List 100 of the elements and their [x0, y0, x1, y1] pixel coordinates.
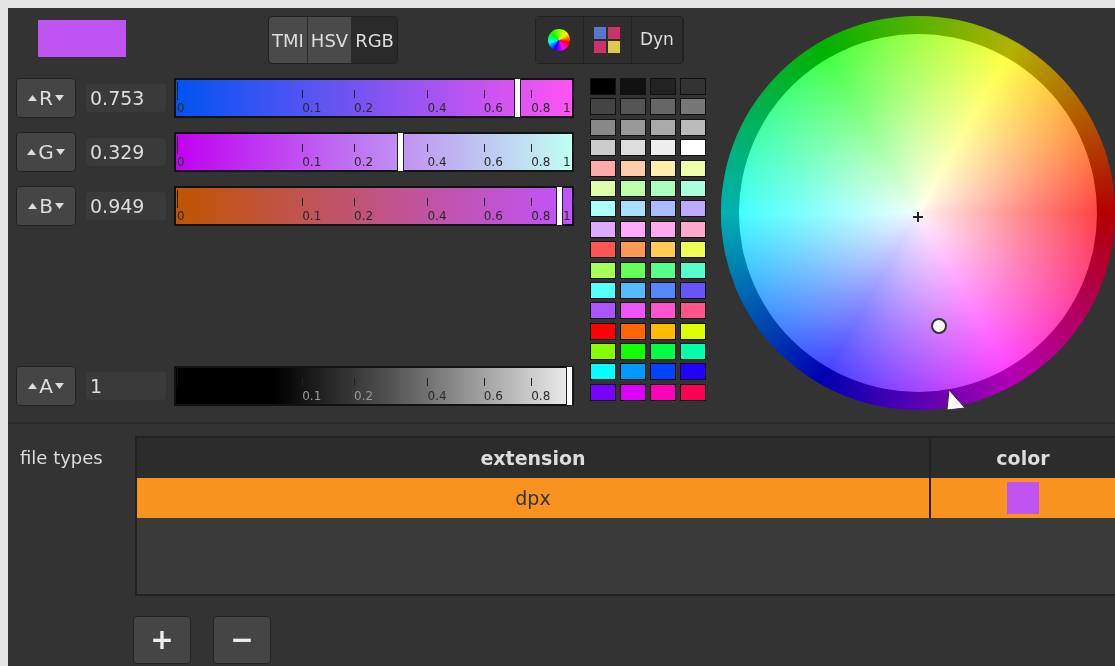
palette-swatch[interactable]	[650, 322, 676, 340]
tick-label: 0.4	[427, 208, 447, 224]
palette-swatch[interactable]	[620, 200, 646, 218]
palette-swatch[interactable]	[680, 383, 706, 401]
palette-swatch[interactable]	[590, 179, 616, 197]
palette-swatch[interactable]	[680, 220, 706, 238]
mode-tab[interactable]: HSV	[307, 17, 353, 63]
palette-swatch[interactable]	[590, 281, 616, 299]
palette-swatch[interactable]	[590, 118, 616, 136]
palette-swatch[interactable]	[620, 281, 646, 299]
palette-swatch[interactable]	[650, 78, 676, 95]
palette-swatch[interactable]	[590, 302, 616, 320]
palette-swatch[interactable]	[650, 383, 676, 401]
palette-swatch[interactable]	[620, 322, 646, 340]
palette-swatch[interactable]	[620, 383, 646, 401]
slider-handle[interactable]	[397, 132, 405, 172]
palette-view-button[interactable]	[583, 17, 632, 63]
palette-swatch[interactable]	[650, 220, 676, 238]
palette-swatch[interactable]	[680, 302, 706, 320]
palette-swatch[interactable]	[620, 261, 646, 279]
palette-swatch[interactable]	[590, 200, 616, 218]
palette-swatch[interactable]	[650, 118, 676, 136]
tick-label: 0.8	[531, 154, 551, 170]
channel-button[interactable]: B	[16, 186, 76, 226]
tick-label: 0.4	[427, 388, 447, 404]
list-edit-button[interactable]: +	[133, 616, 191, 664]
palette-swatch[interactable]	[590, 343, 616, 361]
slider-handle[interactable]	[566, 366, 573, 406]
palette-swatch[interactable]	[620, 118, 646, 136]
color-chip[interactable]	[1007, 482, 1039, 514]
palette-swatch[interactable]	[590, 78, 616, 95]
palette-swatch[interactable]	[590, 322, 616, 340]
channel-button[interactable]: A	[16, 366, 76, 406]
tick-label: 0.2	[354, 154, 374, 170]
palette-swatch[interactable]	[650, 241, 676, 259]
palette-swatch[interactable]	[680, 118, 706, 136]
palette-swatch[interactable]	[680, 322, 706, 340]
table-row[interactable]: dpx	[137, 478, 1115, 518]
palette-swatch[interactable]	[620, 343, 646, 361]
palette-swatch[interactable]	[620, 241, 646, 259]
palette-swatch[interactable]	[590, 383, 616, 401]
palette-swatch[interactable]	[680, 261, 706, 279]
palette-swatch[interactable]	[650, 363, 676, 381]
dynamic-button[interactable]: Dyn	[631, 17, 683, 63]
palette-swatch[interactable]	[590, 98, 616, 116]
mode-tab[interactable]: TMI	[269, 17, 308, 63]
tick-label: 0.1	[302, 154, 322, 170]
value-field[interactable]: 0.329	[86, 138, 166, 166]
column-header[interactable]: color	[931, 438, 1115, 478]
palette-swatch[interactable]	[620, 139, 646, 157]
value-field[interactable]: 1	[86, 372, 166, 400]
palette-swatch[interactable]	[650, 343, 676, 361]
channel-button[interactable]: G	[16, 132, 76, 172]
slider-track[interactable]: 0 0.1 0.2 0.4 0.6 0.8 1	[174, 132, 574, 172]
palette-swatch[interactable]	[680, 179, 706, 197]
slider-handle[interactable]	[513, 78, 521, 118]
palette-swatch[interactable]	[680, 159, 706, 177]
palette-swatch[interactable]	[650, 179, 676, 197]
palette-swatch[interactable]	[680, 139, 706, 157]
tick-label: 0.6	[483, 154, 503, 170]
palette-swatch[interactable]	[650, 159, 676, 177]
palette-swatch[interactable]	[590, 261, 616, 279]
list-edit-button[interactable]: −	[213, 616, 271, 664]
palette-swatch[interactable]	[620, 363, 646, 381]
palette-swatch[interactable]	[680, 200, 706, 218]
palette-swatch[interactable]	[620, 98, 646, 116]
palette-swatch[interactable]	[650, 281, 676, 299]
slider-handle[interactable]	[555, 186, 563, 226]
palette-swatch[interactable]	[680, 281, 706, 299]
palette-swatch[interactable]	[650, 139, 676, 157]
value-field[interactable]: 0.753	[86, 84, 166, 112]
palette-swatch[interactable]	[680, 363, 706, 381]
wheel-view-button[interactable]	[535, 17, 584, 63]
palette-swatch[interactable]	[680, 78, 706, 95]
palette-swatch[interactable]	[590, 220, 616, 238]
palette-swatch[interactable]	[620, 220, 646, 238]
palette-swatch[interactable]	[650, 261, 676, 279]
caret-down-icon	[54, 95, 64, 101]
palette-swatch[interactable]	[620, 179, 646, 197]
palette-swatch[interactable]	[680, 343, 706, 361]
tick-label: 0	[177, 100, 185, 116]
palette-swatch[interactable]	[680, 98, 706, 116]
palette-swatch[interactable]	[650, 200, 676, 218]
slider-track[interactable]: 0 0.1 0.2 0.4 0.6 0.8 1	[174, 78, 574, 118]
palette-swatch[interactable]	[590, 363, 616, 381]
slider-track[interactable]: 0.1 0.2 0.4 0.6 0.8	[174, 366, 574, 406]
palette-swatch[interactable]	[620, 302, 646, 320]
channel-button[interactable]: R	[16, 78, 76, 118]
tick-label: 1	[563, 208, 571, 224]
palette-swatch[interactable]	[620, 78, 646, 95]
palette-swatch[interactable]	[650, 98, 676, 116]
palette-swatch[interactable]	[650, 302, 676, 320]
palette-swatch[interactable]	[590, 241, 616, 259]
slider-track[interactable]: 0 0.1 0.2 0.4 0.6 0.8 1	[174, 186, 574, 226]
value-field[interactable]: 0.949	[86, 192, 166, 220]
palette-swatch[interactable]	[620, 159, 646, 177]
palette-swatch[interactable]	[590, 159, 616, 177]
palette-swatch[interactable]	[590, 139, 616, 157]
tick-label: 0.8	[531, 388, 551, 404]
palette-swatch[interactable]	[680, 241, 706, 259]
